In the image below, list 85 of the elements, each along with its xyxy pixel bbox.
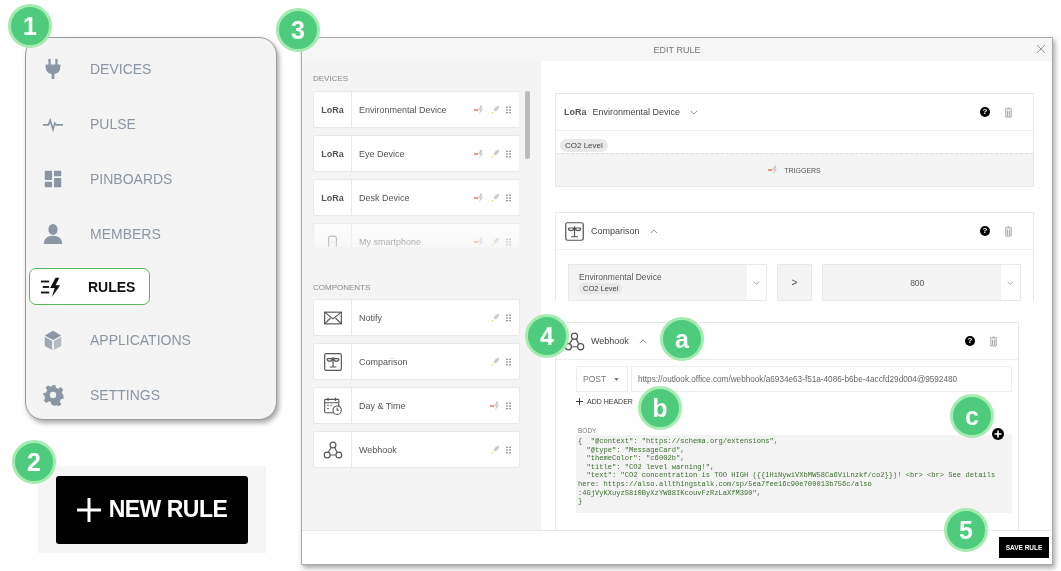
card-title: Comparison: [591, 226, 640, 236]
callout-marker: 3: [276, 8, 320, 52]
rocket-icon: [490, 148, 500, 159]
webhook-icon: [564, 330, 585, 352]
callout-marker: 1: [8, 4, 52, 48]
operator-select[interactable]: >: [776, 264, 813, 301]
smartphone-icon: [328, 234, 337, 247]
trigger-icon: [474, 236, 484, 247]
url-field[interactable]: https://outlook.office.com/webhook/a6934e63-f51a-4086-b6be-4accfd29d004@9592480: [631, 366, 1012, 392]
help-button[interactable]: ?: [980, 226, 990, 236]
rocket-icon: [490, 236, 500, 247]
trigger-icon: [474, 148, 484, 159]
scale-icon: [322, 351, 343, 372]
lora-logo: LoRa: [564, 107, 587, 117]
drag-handle-icon[interactable]: [506, 313, 511, 322]
drag-handle-icon[interactable]: [506, 105, 511, 114]
section-heading: COMPONENTS: [313, 283, 372, 292]
drag-handle-icon[interactable]: [506, 401, 511, 410]
device-name: Environmental Device: [359, 104, 448, 115]
scale-icon: [564, 220, 585, 242]
select-value: POST: [583, 374, 607, 384]
plus-icon: [576, 398, 583, 405]
device-item[interactable]: LoRa Eye Device: [313, 135, 519, 172]
device-item[interactable]: LoRa Desk Device: [313, 179, 519, 216]
trigger-icon: [490, 400, 500, 411]
component-item[interactable]: Day & Time: [313, 387, 520, 424]
chevron-icon: [752, 280, 760, 285]
drag-handle-icon[interactable]: [506, 237, 511, 246]
plus-icon: [76, 497, 101, 522]
device-name: My smartphone: [359, 236, 423, 247]
tag: CO2 Level: [560, 139, 608, 152]
drag-handle-icon[interactable]: [506, 193, 511, 202]
lora-logo: LoRa: [321, 104, 344, 115]
help-button[interactable]: ?: [980, 107, 990, 117]
component-item[interactable]: Comparison: [313, 343, 520, 380]
method-select[interactable]: POST: [576, 366, 628, 392]
cube-icon: [42, 328, 64, 351]
lora-logo: LoRa: [321, 192, 344, 203]
device-item[interactable]: LoRa Environmental Device: [313, 91, 519, 128]
select-value: 800: [910, 277, 925, 288]
rocket-icon: [490, 312, 500, 323]
new-rule-button[interactable]: NEW RULE: [56, 475, 248, 544]
chevron-icon[interactable]: [638, 338, 647, 344]
settings-icon: [42, 383, 64, 406]
chevron-icon[interactable]: [690, 109, 699, 115]
chevron-icon[interactable]: [649, 228, 658, 234]
chevron-icon: [1007, 280, 1014, 285]
component-name: Notify: [359, 312, 383, 323]
card-title: Environmental Device: [592, 107, 681, 117]
lora-logo: LoRa: [321, 148, 344, 159]
component-item[interactable]: Webhook: [313, 431, 520, 468]
webhook-icon: [322, 439, 343, 460]
caret-icon: [614, 377, 620, 381]
component-item[interactable]: Notify: [313, 299, 520, 336]
component-name: Webhook: [359, 444, 398, 455]
component-name: Day & Time: [359, 400, 407, 411]
trigger-icon: [768, 165, 779, 175]
trash-icon[interactable]: [989, 335, 998, 347]
rocket-icon: [490, 104, 500, 115]
trigger-icon: [474, 104, 484, 115]
device-name: Desk Device: [359, 192, 411, 203]
help-button[interactable]: ?: [965, 336, 975, 346]
select-value: Environmental Device: [579, 271, 662, 282]
scrollbar-thumb[interactable]: [525, 91, 530, 159]
drag-handle-icon[interactable]: [506, 357, 511, 366]
rocket-icon: [490, 192, 500, 203]
section-heading: DEVICES: [313, 74, 350, 83]
rocket-icon: [490, 444, 500, 455]
nav-item[interactable]: RULES: [29, 268, 151, 305]
trigger-icon: [474, 192, 484, 203]
trash-icon[interactable]: [1004, 106, 1013, 118]
person-icon: [42, 222, 64, 245]
card-title: Webhook: [591, 336, 629, 346]
close-icon[interactable]: [1036, 44, 1046, 54]
drag-handle-icon[interactable]: [506, 445, 511, 454]
component-name: Comparison: [359, 356, 409, 367]
value-select[interactable]: 800: [822, 264, 1021, 301]
device-name: Eye Device: [359, 148, 406, 159]
dialog-title: EDIT RULE: [653, 44, 701, 55]
callout-marker: 2: [12, 440, 56, 484]
rocket-icon: [490, 356, 500, 367]
calendar-clock-icon: [322, 395, 343, 416]
drag-handle-icon[interactable]: [506, 149, 511, 158]
bolt-lines-icon: [40, 275, 62, 298]
trash-icon[interactable]: [1004, 225, 1013, 237]
